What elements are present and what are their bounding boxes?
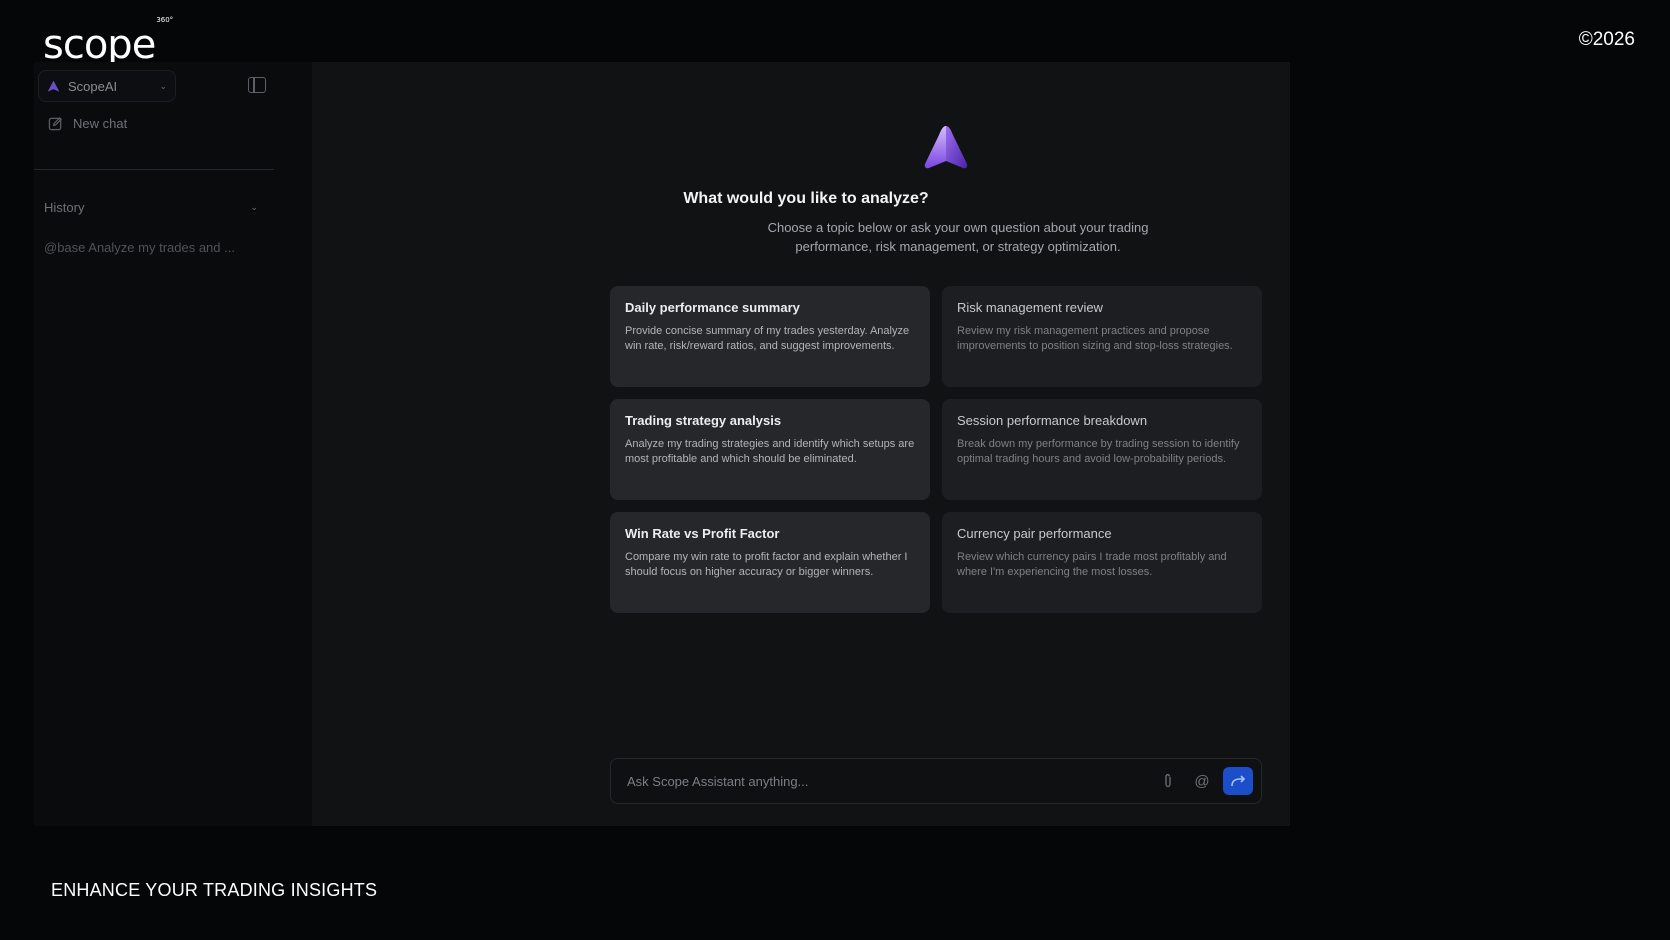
hero-title: What would you like to analyze? [683,190,929,207]
card-description: Analyze my trading strategies and identi… [625,438,915,465]
chevron-down-icon: ⌄ [159,80,167,91]
model-selector[interactable]: ScopeAI ⌄ [38,70,176,102]
model-selector-label: ScopeAI [68,78,118,94]
suggestion-card[interactable]: Currency pair performance Review which c… [942,512,1262,613]
new-chat-label: New chat [73,116,128,131]
chevron-down-icon: ⌄ [250,202,258,212]
message-input[interactable] [627,773,1145,789]
card-title: Currency pair performance [957,526,1112,541]
card-description: Compare my win rate to profit factor and… [625,551,908,578]
send-icon [1231,775,1246,787]
paperclip-icon[interactable] [1157,770,1179,792]
sidebar: ScopeAI ⌄ New chat History ⌄ @base Analy… [34,62,312,826]
suggestion-card[interactable]: Trading strategy analysis Analyze my tra… [610,399,930,500]
card-title: Daily performance summary [625,300,800,315]
suggestion-card[interactable]: Session performance breakdown Break down… [942,399,1262,500]
card-description: Provide concise summary of my trades yes… [625,325,910,352]
card-title: Session performance breakdown [957,413,1148,428]
edit-icon [48,117,62,131]
suggestion-grid: Daily performance summary Provide concis… [610,286,1262,613]
copyright: ©2026 [1578,29,1635,50]
app-window: ScopeAI ⌄ New chat History ⌄ @base Analy… [34,62,1290,826]
at-mention-icon[interactable]: @ [1191,770,1213,792]
history-heading: History [44,200,85,215]
card-description: Break down my performance by trading ses… [957,438,1240,465]
history-toggle[interactable]: History ⌄ [44,200,258,215]
card-title: Risk management review [957,300,1103,315]
scope-ai-logo-icon [924,126,968,169]
suggestion-card[interactable]: Daily performance summary Provide concis… [610,286,930,387]
card-description: Review my risk management practices and … [957,325,1233,352]
card-title: Trading strategy analysis [625,413,782,428]
sidebar-toggle-icon[interactable] [248,77,266,93]
chat-main: What would you like to analyze? Choose a… [312,62,1290,826]
suggestion-card[interactable]: Risk management review Review my risk ma… [942,286,1262,387]
hero-subtitle: Choose a topic below or ask your own que… [767,220,1149,254]
message-composer: @ [610,758,1262,804]
suggestion-card[interactable]: Win Rate vs Profit Factor Compare my win… [610,512,930,613]
new-chat-button[interactable]: New chat [48,116,127,131]
history-item[interactable]: @base Analyze my trades and ... [44,240,235,255]
tagline: ENHANCE YOUR TRADING INSIGHTS [51,880,378,900]
sidebar-divider [34,169,274,170]
card-title: Win Rate vs Profit Factor [625,526,780,541]
brand-superscript: 360° [156,15,174,24]
card-description: Review which currency pairs I trade most… [957,551,1227,578]
send-button[interactable] [1223,767,1253,795]
scope-ai-icon [47,80,60,92]
